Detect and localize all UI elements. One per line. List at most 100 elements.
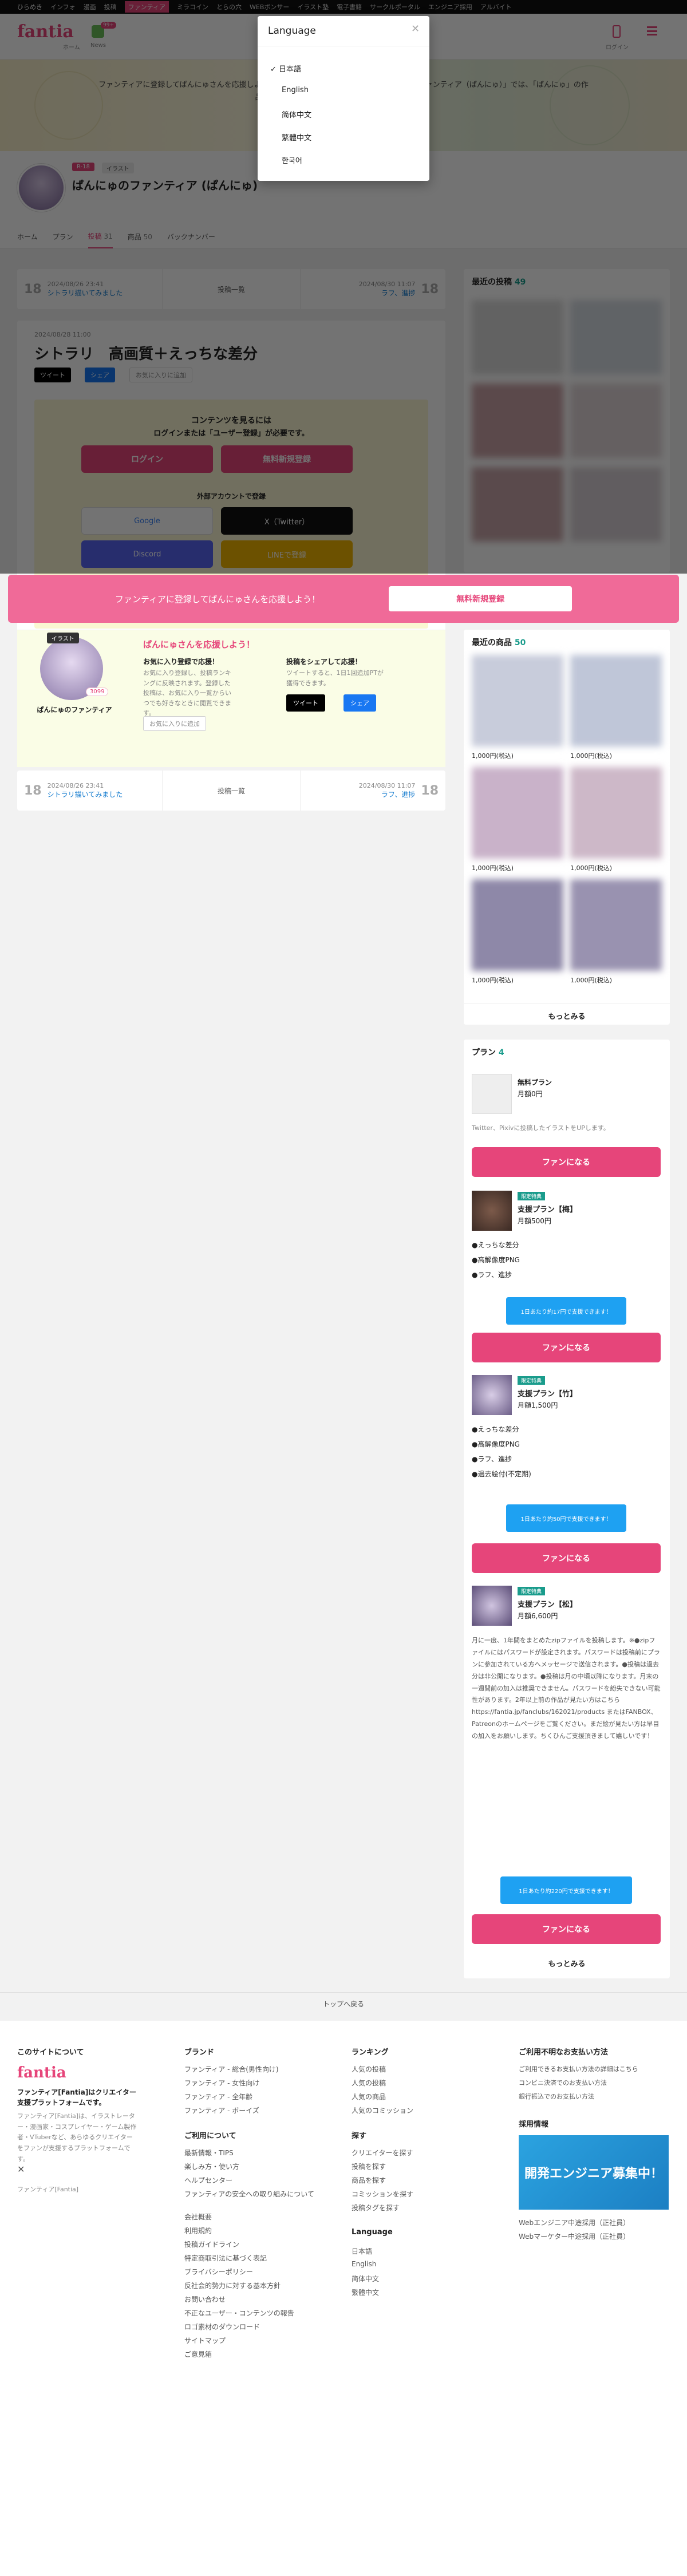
footer-link[interactable]: 商品を探す bbox=[352, 2175, 386, 2185]
language-option[interactable]: 繁體中文 bbox=[282, 132, 311, 143]
post-list-link[interactable]: 投稿一覧 bbox=[163, 269, 301, 309]
language-option-selected[interactable]: ✓ 日本語 bbox=[270, 63, 301, 74]
close-icon[interactable]: ✕ bbox=[411, 23, 420, 35]
login-button[interactable]: ログイン bbox=[81, 445, 213, 473]
x-login-button[interactable]: X（Twitter） bbox=[221, 507, 353, 535]
join-plan-button[interactable]: ファンになる bbox=[472, 1147, 661, 1177]
footer-about-link[interactable]: ファンティア[Fantia] bbox=[17, 2184, 78, 2194]
footer-link[interactable]: ご利用できるお支払い方法の詳細はこちら bbox=[519, 2064, 638, 2073]
topnav-link[interactable]: 漫画 bbox=[84, 2, 96, 11]
topnav-link[interactable]: アルバイト bbox=[480, 2, 512, 11]
join-plan-button[interactable]: ファンになる bbox=[472, 1333, 661, 1362]
logo[interactable]: fantia bbox=[17, 22, 74, 42]
topnav-link[interactable]: インフォ bbox=[50, 2, 76, 11]
footer-link[interactable]: ファンティア - ボーイズ bbox=[184, 2105, 259, 2115]
profile-tag[interactable]: R-18 bbox=[72, 163, 94, 171]
recent-post-thumb[interactable] bbox=[472, 384, 563, 458]
topnav-link[interactable]: WEBボンサー bbox=[250, 2, 289, 11]
footer-logo[interactable]: fantia bbox=[17, 2064, 66, 2081]
footer-link[interactable]: 简体中文 bbox=[352, 2274, 379, 2283]
x-icon[interactable]: ✕ bbox=[17, 2164, 25, 2175]
recent-post-thumb[interactable] bbox=[472, 300, 563, 374]
footer-link[interactable]: 不正なユーザー・コンテンツの報告 bbox=[184, 2308, 294, 2318]
footer-link[interactable]: 銀行振込でのお支払い方法 bbox=[519, 2092, 594, 2101]
footer-link[interactable]: ファンティア - 全年齢 bbox=[184, 2092, 252, 2101]
product-thumb[interactable] bbox=[472, 767, 563, 859]
footer-link[interactable]: English bbox=[352, 2260, 376, 2268]
topnav-link[interactable]: ミラコイン bbox=[177, 2, 208, 11]
support-share-button[interactable]: シェア bbox=[344, 694, 376, 712]
footer-link[interactable]: ファンティア - 女性向け bbox=[184, 2078, 259, 2088]
tab-backnumber[interactable]: バックナンバー bbox=[167, 232, 215, 242]
back-to-top-link[interactable]: トップへ戻る bbox=[0, 1992, 687, 2015]
footer-link[interactable]: 人気の投稿 bbox=[352, 2064, 386, 2074]
footer-link[interactable]: ファンティア - 総合(男性向け) bbox=[184, 2064, 279, 2074]
join-plan-button[interactable]: ファンになる bbox=[472, 1914, 661, 1944]
footer-link[interactable]: ロゴ素材のダウンロード bbox=[184, 2322, 260, 2332]
product-thumb[interactable] bbox=[472, 879, 563, 971]
language-option[interactable]: 简体中文 bbox=[282, 109, 311, 120]
recent-post-thumb[interactable] bbox=[570, 384, 662, 458]
recent-post-thumb[interactable] bbox=[570, 467, 662, 542]
line-login-button[interactable]: LINEで登録 bbox=[221, 540, 353, 568]
topnav-link[interactable]: とらの穴 bbox=[216, 2, 242, 11]
recent-post-thumb[interactable] bbox=[570, 300, 662, 374]
language-option[interactable]: 한국어 bbox=[282, 155, 302, 165]
footer-link[interactable]: 人気のコミッション bbox=[352, 2105, 413, 2115]
topnav-link[interactable]: ひらめき bbox=[17, 2, 42, 11]
topnav-link[interactable]: 電子書籍 bbox=[337, 2, 362, 11]
recent-post-thumb[interactable] bbox=[472, 467, 563, 542]
topnav-link[interactable]: 投稿 bbox=[104, 2, 117, 11]
topnav-link-active[interactable]: ファンティア bbox=[124, 1, 169, 13]
fanclub-name[interactable]: ぱんにゅのファンティア (ぱんにゅ) bbox=[72, 176, 258, 193]
footer-link[interactable]: 投稿を探す bbox=[352, 2162, 386, 2171]
next-post[interactable]: 2024/08/30 11:07 ラフ、進捗 18 bbox=[301, 771, 445, 811]
products-more-link[interactable]: もっとみる bbox=[464, 1003, 670, 1021]
footer-link[interactable]: お問い合わせ bbox=[184, 2294, 226, 2304]
profile-tag[interactable]: イラスト bbox=[102, 163, 134, 173]
product-thumb[interactable] bbox=[570, 879, 662, 971]
footer-link[interactable]: コンビニ決済でのお支払い方法 bbox=[519, 2078, 607, 2087]
footer-link[interactable]: 最新情報・TIPS bbox=[184, 2148, 234, 2158]
footer-link[interactable]: 人気の商品 bbox=[352, 2092, 386, 2101]
tweet-button[interactable]: ツイート bbox=[34, 368, 71, 382]
footer-link[interactable]: 投稿ガイドライン bbox=[184, 2239, 239, 2249]
footer-link[interactable]: 会社概要 bbox=[184, 2212, 212, 2222]
footer-link[interactable]: 特定商取引法に基づく表記 bbox=[184, 2253, 267, 2263]
footer-link[interactable]: Webエンジニア中途採用（正社員） bbox=[519, 2218, 630, 2227]
post-list-link[interactable]: 投稿一覧 bbox=[163, 771, 301, 811]
footer-link[interactable]: ファンティアの安全への取り組みについて bbox=[184, 2189, 333, 2199]
user-icon[interactable] bbox=[613, 25, 621, 38]
footer-link[interactable]: 楽しみ方・使い方 bbox=[184, 2162, 239, 2171]
avatar[interactable] bbox=[17, 164, 65, 212]
sticky-register-button[interactable]: 無料新規登録 bbox=[389, 586, 572, 611]
footer-link[interactable]: ヘルプセンター bbox=[184, 2175, 232, 2185]
support-tweet-button[interactable]: ツイート bbox=[286, 694, 325, 712]
footer-link[interactable]: ご意見箱 bbox=[184, 2349, 212, 2359]
follow-button[interactable]: お気に入りに追加 bbox=[143, 716, 206, 731]
favorite-button[interactable]: お気に入りに追加 bbox=[129, 368, 192, 382]
topnav-link[interactable]: エンジニア採用 bbox=[428, 2, 472, 11]
tab-products[interactable]: 商品 50 bbox=[128, 232, 152, 242]
tab-home[interactable]: ホーム bbox=[17, 232, 38, 242]
recruit-banner[interactable]: 開発エンジニア募集中！ bbox=[519, 2135, 669, 2210]
home-link[interactable]: ホーム bbox=[63, 42, 80, 51]
language-option[interactable]: English bbox=[282, 86, 309, 94]
menu-icon[interactable] bbox=[647, 26, 657, 35]
footer-link[interactable]: サイトマップ bbox=[184, 2336, 226, 2345]
product-thumb[interactable] bbox=[472, 655, 563, 746]
login-label[interactable]: ログイン bbox=[606, 42, 629, 51]
share-button[interactable]: シェア bbox=[85, 368, 115, 382]
footer-link[interactable]: 人気の投稿 bbox=[352, 2078, 386, 2088]
footer-link[interactable]: Webマーケター中途採用（正社員） bbox=[519, 2231, 630, 2241]
product-thumb[interactable] bbox=[570, 655, 662, 746]
footer-link[interactable]: 繁體中文 bbox=[352, 2287, 379, 2297]
footer-link[interactable]: 反社会的勢力に対する基本方針 bbox=[184, 2281, 281, 2290]
tab-posts[interactable]: 投稿 31 bbox=[88, 225, 113, 248]
prev-post[interactable]: 18 2024/08/26 23:41 シトラリ描いてみました bbox=[17, 269, 163, 309]
footer-link[interactable]: コミッションを探す bbox=[352, 2189, 413, 2199]
footer-link[interactable]: 利用規約 bbox=[184, 2226, 212, 2235]
tab-plans[interactable]: プラン bbox=[53, 232, 73, 242]
footer-link[interactable]: クリエイターを探す bbox=[352, 2148, 413, 2158]
register-button[interactable]: 無料新規登録 bbox=[221, 445, 353, 473]
